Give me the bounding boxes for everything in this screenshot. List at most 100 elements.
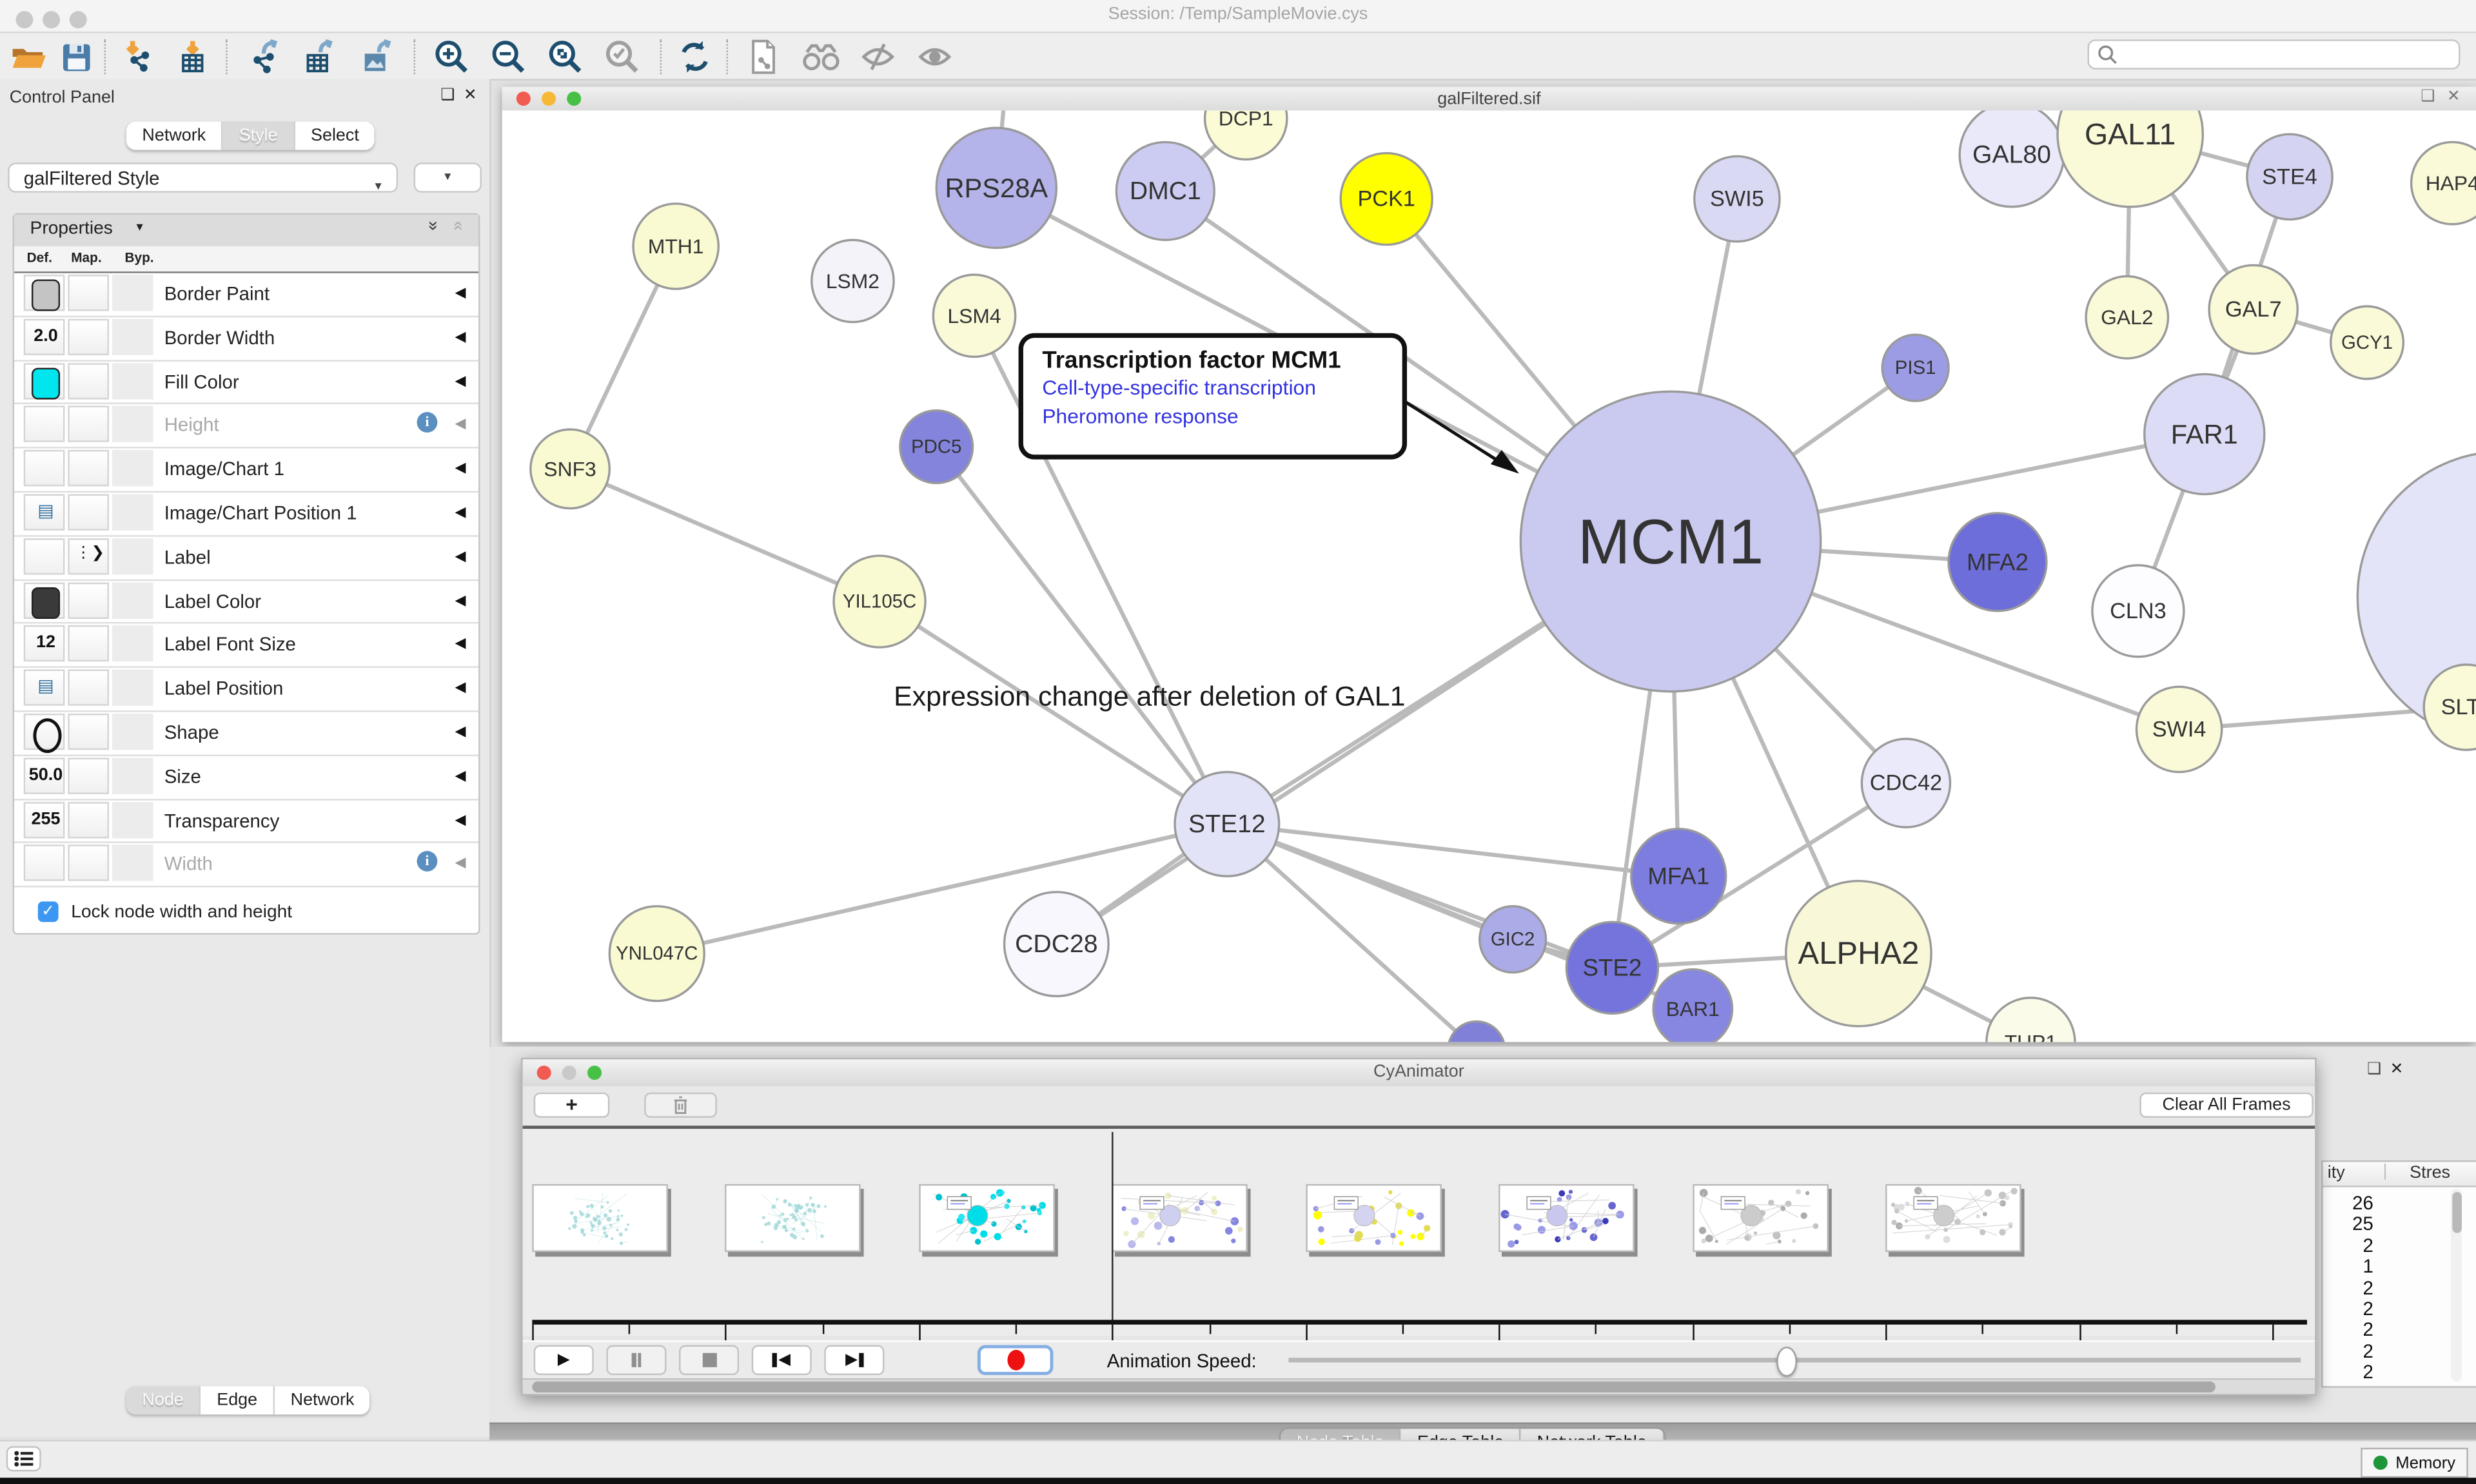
property-byp-cell[interactable] [112,362,153,398]
expand-arrow-icon[interactable]: ◀ [455,547,466,565]
property-map-cell[interactable] [68,845,109,881]
property-row-size[interactable]: 50.0Size◀ [14,754,478,800]
properties-header[interactable]: Properties ▼ » » [14,215,478,248]
property-row-label-position[interactable]: ▤Label Position◀ [14,667,478,712]
zoom-in-icon[interactable] [433,38,471,76]
table-cell-value[interactable]: 2 [2326,1235,2373,1256]
frame-thumbnail-8[interactable] [1885,1184,2021,1252]
stop-button[interactable] [679,1345,739,1376]
show-all-icon[interactable] [916,38,954,76]
table-scrollbar[interactable] [2451,1189,2462,1381]
property-row-transparency[interactable]: 255Transparency◀ [14,798,478,844]
import-network-icon[interactable] [120,38,158,76]
tab-network[interactable]: Network [275,1386,370,1414]
property-row-border-paint[interactable]: Border Paint◀ [14,271,478,317]
property-map-cell[interactable] [68,626,109,662]
timeline-playhead[interactable] [1112,1132,1114,1323]
style-options-button[interactable]: ▼ [414,162,482,193]
property-byp-cell[interactable] [112,318,153,355]
expand-arrow-icon[interactable]: ◀ [455,811,466,828]
skip-to-start-button[interactable]: ◀ [752,1345,812,1376]
expand-arrow-icon[interactable]: ◀ [455,591,466,609]
expand-arrow-icon[interactable]: ◀ [455,328,466,346]
property-def-cell[interactable] [24,362,65,398]
expand-arrow-icon[interactable]: ◀ [455,723,466,741]
apply-preferred-layout-icon[interactable] [676,38,714,76]
property-def-cell[interactable]: 50.0 [24,757,65,794]
property-def-cell[interactable] [24,714,65,750]
float-panel-icon[interactable]: ❑ [2367,1062,2381,1078]
property-def-cell[interactable]: 255 [24,801,65,837]
fit-content-icon[interactable] [546,38,584,76]
first-neighbors-icon[interactable] [802,38,840,76]
property-byp-cell[interactable] [112,494,153,531]
expand-arrow-icon[interactable]: ◀ [455,284,466,302]
skip-to-end-button[interactable]: ▶ [824,1345,884,1376]
cyanimator-timeline[interactable]: 0123456789 Seconds [523,1126,2315,1336]
property-map-cell[interactable] [68,670,109,706]
export-image-icon[interactable] [357,38,395,76]
property-def-cell[interactable] [24,538,65,574]
property-map-cell[interactable] [68,275,109,311]
expand-arrow-icon[interactable]: ◀ [455,416,466,433]
expand-arrow-icon[interactable]: ◀ [455,855,466,872]
tab-select[interactable]: Select [295,122,375,150]
property-map-cell[interactable] [68,801,109,837]
property-def-cell[interactable] [24,582,65,618]
import-table-icon[interactable] [173,38,211,76]
property-def-cell[interactable]: ▤ [24,670,65,706]
property-row-fill-color[interactable]: Fill Color◀ [14,359,478,405]
frame-thumbnail-2[interactable] [725,1184,861,1252]
zoom-out-icon[interactable] [489,38,527,76]
property-byp-cell[interactable] [112,626,153,662]
property-def-cell[interactable]: 12 [24,626,65,662]
tab-edge[interactable]: Edge [201,1386,275,1414]
property-row-label[interactable]: ⋮❯Label◀ [14,535,478,581]
edge-PDC5-STE12[interactable] [936,447,1227,824]
cyanimator-titlebar[interactable]: CyAnimator [523,1059,2315,1088]
property-map-cell[interactable] [68,450,109,486]
table-cell-value[interactable]: 2 [2326,1340,2373,1362]
expand-arrow-icon[interactable]: ◀ [455,372,466,389]
property-byp-cell[interactable] [112,450,153,486]
table-header-row[interactable]: ity | Stres [2323,1162,2476,1187]
clear-all-frames-button[interactable]: Clear All Frames [2139,1093,2313,1118]
property-map-cell[interactable]: ⋮❯ [68,538,109,574]
open-session-icon[interactable] [10,38,48,76]
node-NBOT[interactable] [1448,1021,1505,1042]
frame-thumbnail-4[interactable] [1112,1184,1248,1252]
property-byp-cell[interactable] [112,670,153,706]
frame-thumbnail-3[interactable] [919,1184,1055,1252]
save-session-icon[interactable] [57,38,95,76]
property-byp-cell[interactable] [112,582,153,618]
close-panel-icon[interactable]: ✕ [2390,1062,2404,1078]
property-byp-cell[interactable] [112,801,153,837]
annotation-link[interactable]: Cell-type-specific transcription [1042,374,1402,402]
property-byp-cell[interactable] [112,275,153,311]
hide-selected-icon[interactable] [859,38,897,76]
network-graph[interactable]: RPS28ADMC1DCP1PCK1SWI5GAL80GAL11STE4HAP4… [502,110,2476,1042]
property-byp-cell[interactable] [112,538,153,574]
column-header[interactable]: ity [2328,1164,2345,1182]
tab-network[interactable]: Network [126,122,223,150]
close-panel-icon[interactable]: ✕ [2447,90,2461,106]
property-def-cell[interactable]: ▤ [24,494,65,531]
property-map-cell[interactable] [68,714,109,750]
export-table-icon[interactable] [300,38,338,76]
add-frame-button[interactable]: + [534,1093,610,1118]
property-map-cell[interactable] [68,757,109,794]
table-cell-value[interactable]: 2 [2326,1361,2373,1383]
memory-button[interactable]: Memory [2361,1448,2468,1478]
property-byp-cell[interactable] [112,757,153,794]
expand-arrow-icon[interactable]: ◀ [455,460,466,477]
property-byp-cell[interactable] [112,845,153,881]
expand-all-icon[interactable]: » [423,221,442,231]
property-row-image-chart-position-1[interactable]: ▤Image/Chart Position 1◀ [14,491,478,537]
close-panel-icon[interactable]: ✕ [464,88,477,104]
delete-frame-button[interactable] [644,1093,717,1118]
table-cell-value[interactable]: 25 [2326,1213,2373,1235]
search-input[interactable] [2088,39,2461,70]
collapse-all-icon[interactable]: » [448,221,467,231]
table-cell-value[interactable]: 2 [2326,1298,2373,1320]
expand-arrow-icon[interactable]: ◀ [455,679,466,697]
